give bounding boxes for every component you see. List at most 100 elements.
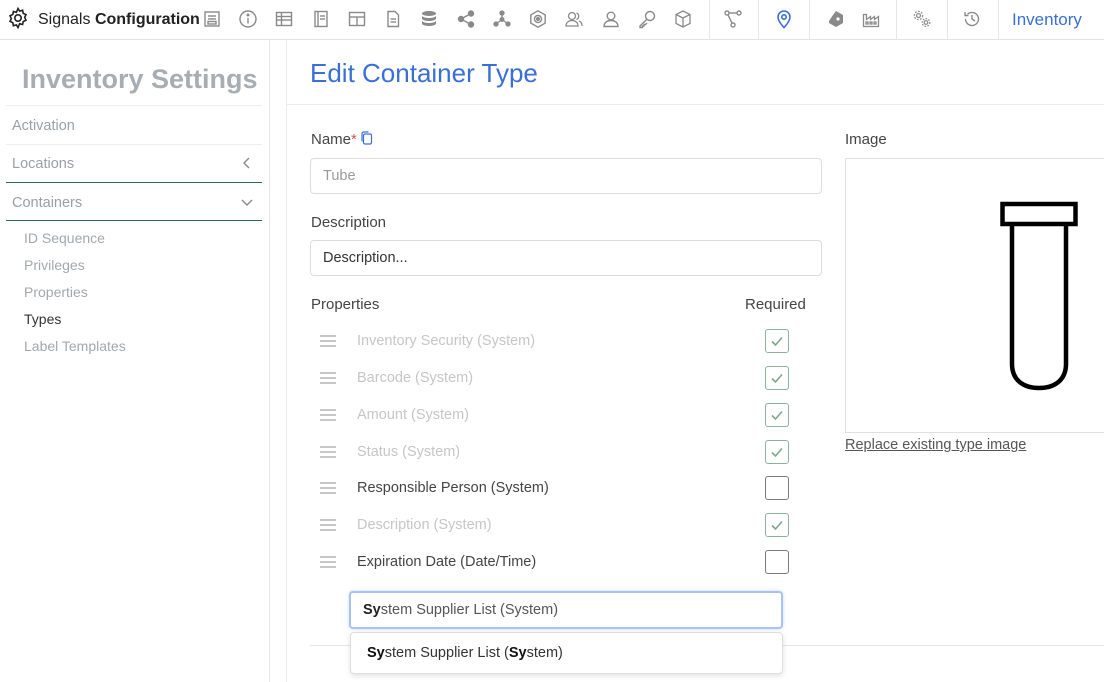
sidebar-item-locations[interactable]: Locations: [12, 156, 74, 172]
panel-divider: [286, 40, 287, 682]
sidebar-title: Inventory Settings: [22, 64, 258, 94]
settings-sidebar: Inventory Settings Activation Locations …: [0, 40, 270, 682]
sidebar-section-line: [6, 220, 262, 221]
suggestion-text: stem Supplier List (: [384, 645, 509, 661]
document-icon[interactable]: [382, 8, 404, 30]
sidebar-divider: [6, 105, 262, 106]
toolbar-separator: [809, 0, 810, 40]
flask-icon[interactable]: [824, 8, 846, 30]
suggestion-match: Sy: [508, 645, 527, 661]
suggestion-match: Sy: [367, 645, 385, 661]
drag-handle-icon[interactable]: [320, 409, 336, 421]
drag-handle-icon[interactable]: [320, 335, 336, 347]
sidebar-divider: [6, 144, 262, 145]
sidebar-subitem-id-sequence[interactable]: ID Sequence: [24, 230, 105, 246]
sidebar-subitem-label-templates[interactable]: Label Templates: [24, 338, 126, 354]
factory-icon[interactable]: [860, 8, 882, 30]
key-icon[interactable]: [636, 8, 658, 30]
sidebar-subitem-privileges[interactable]: Privileges: [24, 257, 85, 273]
history-icon[interactable]: [961, 8, 983, 30]
property-name: Responsible Person (System): [357, 480, 549, 496]
drag-handle-icon[interactable]: [320, 482, 336, 494]
property-row: Amount (System): [310, 401, 810, 431]
toolbar-separator: [709, 0, 710, 40]
toolbar-separator: [947, 0, 948, 40]
inventory-link[interactable]: Inventory: [1012, 10, 1082, 30]
property-row: Inventory Security (System): [310, 327, 810, 357]
workflow-icon[interactable]: [722, 8, 744, 30]
image-label: Image: [845, 131, 887, 148]
sidebar-subitem-properties[interactable]: Properties: [24, 284, 88, 300]
required-checkbox[interactable]: [765, 440, 789, 464]
copy-icon[interactable]: [360, 131, 374, 145]
gear-icon: [6, 6, 30, 35]
replace-image-link[interactable]: Replace existing type image: [845, 437, 1026, 453]
app-title: Signals Configuration: [38, 11, 200, 28]
property-name: Barcode (System): [357, 370, 474, 386]
property-row: Status (System): [310, 438, 810, 468]
drag-handle-icon[interactable]: [320, 446, 336, 458]
check-icon: [771, 520, 783, 531]
share-icon[interactable]: [455, 8, 477, 30]
suggestion-text: stem): [526, 645, 563, 661]
property-name: Description (System): [357, 517, 492, 533]
required-checkbox[interactable]: [765, 403, 789, 427]
info-icon[interactable]: [237, 8, 259, 30]
chevron-left-icon[interactable]: [240, 156, 254, 170]
required-checkbox[interactable]: [765, 513, 789, 537]
required-checkbox[interactable]: [765, 550, 789, 574]
notebook-icon[interactable]: [310, 8, 332, 30]
add-property-combobox[interactable]: Sy stem Supplier List (System): [349, 591, 783, 629]
property-row: Expiration Date (Date/Time): [310, 548, 810, 578]
user-icon[interactable]: [600, 8, 622, 30]
autocomplete-suggestion[interactable]: Sy stem Supplier List (Sy stem): [350, 632, 783, 674]
property-row: Responsible Person (System): [310, 474, 810, 504]
name-label: Name*: [311, 131, 374, 148]
form-icon[interactable]: [201, 8, 223, 30]
toolbar-separator: [998, 0, 999, 40]
properties-label: Properties: [311, 296, 380, 313]
combobox-autocomplete-text: stem Supplier List (System): [380, 602, 559, 618]
sidebar-item-activation[interactable]: Activation: [12, 118, 75, 134]
required-asterisk: *: [351, 131, 357, 148]
property-name: Amount (System): [357, 407, 469, 423]
check-icon: [771, 373, 783, 384]
property-row: Barcode (System): [310, 364, 810, 394]
grid-icon[interactable]: [346, 8, 368, 30]
type-image-preview: [845, 158, 1104, 433]
tube-icon: [1000, 201, 1078, 391]
database-icon[interactable]: [418, 8, 440, 30]
drag-handle-icon[interactable]: [320, 519, 336, 531]
required-column-label: Required: [745, 296, 806, 313]
property-name: Status (System): [357, 444, 461, 460]
required-checkbox[interactable]: [765, 476, 789, 500]
cube-icon[interactable]: [672, 8, 694, 30]
table-icon[interactable]: [273, 8, 295, 30]
property-name: Expiration Date (Date/Time): [357, 554, 537, 570]
users-icon[interactable]: [563, 8, 585, 30]
toolbar-separator: [758, 0, 759, 40]
check-icon: [771, 410, 783, 421]
settings-gears-icon[interactable]: [911, 8, 933, 30]
toolbar-separator: [896, 0, 897, 40]
title-divider: [287, 104, 1104, 105]
sidebar-subitem-types[interactable]: Types: [24, 311, 61, 327]
location-pin-icon[interactable]: [773, 8, 795, 30]
chevron-down-icon[interactable]: [240, 195, 254, 209]
network-icon[interactable]: [491, 8, 513, 30]
app-brand[interactable]: Signals Configuration: [6, 0, 200, 40]
description-input[interactable]: [310, 240, 822, 276]
description-label: Description: [311, 214, 387, 231]
sidebar-section-line: [6, 182, 262, 183]
drag-handle-icon[interactable]: [320, 372, 336, 384]
sidebar-item-containers[interactable]: Containers: [12, 195, 82, 211]
drag-handle-icon[interactable]: [320, 556, 336, 568]
page-title: Edit Container Type: [310, 58, 538, 88]
check-icon: [771, 336, 783, 347]
name-input[interactable]: [310, 158, 822, 194]
target-icon[interactable]: [527, 8, 549, 30]
check-icon: [771, 447, 783, 458]
required-checkbox[interactable]: [765, 329, 789, 353]
top-bar: Signals Configuration Inventory: [0, 0, 1104, 40]
required-checkbox[interactable]: [765, 366, 789, 390]
